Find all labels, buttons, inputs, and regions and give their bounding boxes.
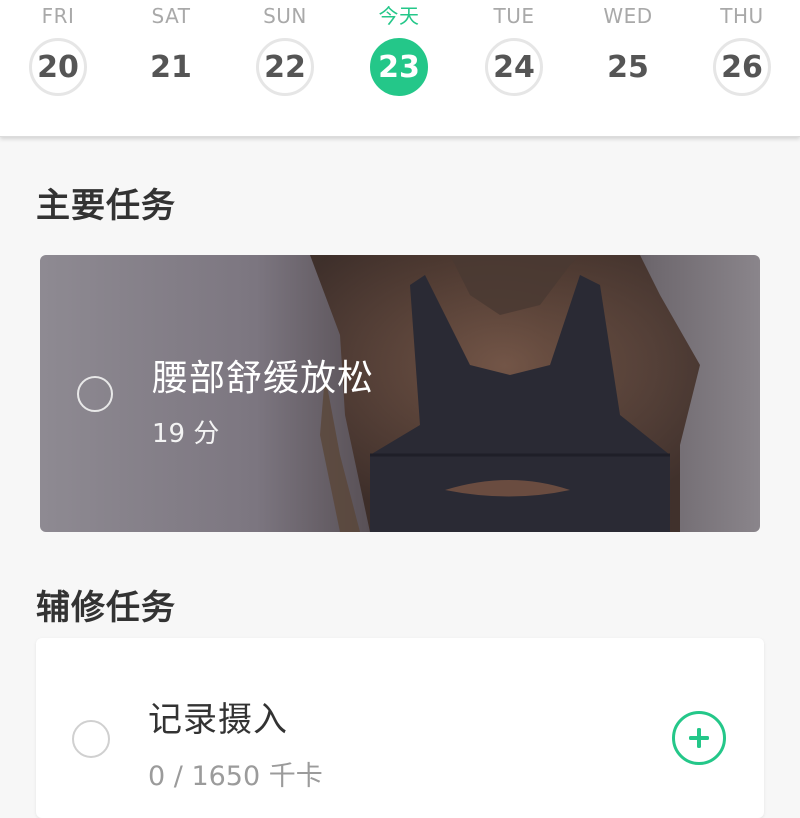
day-label: WED: [603, 4, 653, 28]
plus-icon: [689, 728, 709, 748]
side-task-card[interactable]: 记录摄入 0 / 1650 千卡: [36, 638, 764, 818]
day-wed[interactable]: WED 25: [588, 0, 668, 120]
day-label: THU: [720, 4, 764, 28]
day-number: 26: [713, 38, 771, 96]
day-today[interactable]: 今天 23: [359, 0, 439, 120]
add-intake-button[interactable]: [672, 711, 726, 765]
day-number: 25: [607, 49, 649, 85]
day-label: TUE: [493, 4, 535, 28]
day-number: 22: [256, 38, 314, 96]
task-name: 腰部舒缓放松: [152, 358, 375, 399]
workout-photo: [310, 255, 700, 532]
week-date-selector: FRI 20 SAT 21 SUN 22 今天 23 TUE 24 WED 25…: [0, 0, 800, 137]
day-label: FRI: [41, 4, 75, 28]
task-duration: 19 分: [152, 419, 220, 449]
main-tasks-heading: 主要任务: [36, 186, 176, 226]
main-task-card[interactable]: 腰部舒缓放松 19 分: [40, 255, 760, 532]
day-thu[interactable]: THU 26: [702, 0, 782, 120]
day-number: 24: [485, 38, 543, 96]
side-tasks-heading: 辅修任务: [36, 588, 176, 628]
day-number: 21: [150, 49, 192, 85]
task-check-circle[interactable]: [77, 376, 113, 412]
task-progress: 0 / 1650 千卡: [148, 761, 323, 792]
day-label: SAT: [151, 4, 191, 28]
day-label: SUN: [263, 4, 307, 28]
day-label: 今天: [378, 4, 420, 28]
day-number: 20: [29, 38, 87, 96]
task-check-circle[interactable]: [72, 720, 110, 758]
task-name: 记录摄入: [148, 700, 288, 740]
day-sun[interactable]: SUN 22: [245, 0, 325, 120]
day-number: 23: [370, 38, 428, 96]
day-tue[interactable]: TUE 24: [474, 0, 554, 120]
day-sat[interactable]: SAT 21: [131, 0, 211, 120]
day-fri[interactable]: FRI 20: [18, 0, 98, 120]
